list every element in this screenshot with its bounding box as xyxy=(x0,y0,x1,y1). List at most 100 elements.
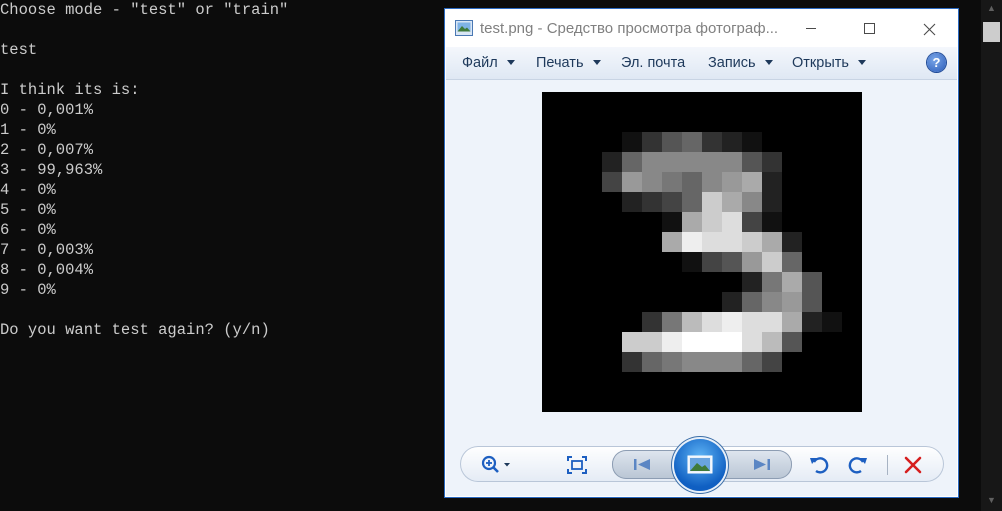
image-pixel xyxy=(702,232,722,252)
console-line: test xyxy=(0,41,38,59)
rotate-right-button[interactable] xyxy=(847,454,869,476)
image-pixel xyxy=(622,192,642,212)
image-canvas xyxy=(446,80,957,425)
actual-size-button[interactable] xyxy=(566,455,588,475)
menu-open-label: Открыть xyxy=(792,55,849,71)
chevron-down-icon xyxy=(592,59,601,65)
image-pixel xyxy=(722,192,742,212)
image-pixel xyxy=(702,312,722,332)
next-icon xyxy=(754,459,770,470)
image-pixel xyxy=(742,292,762,312)
image-pixel xyxy=(622,352,642,372)
console-line: 4 - 0% xyxy=(0,181,56,199)
console-window[interactable]: Choose mode - "test" or "train" test I thi… xyxy=(0,0,445,511)
image-pixel xyxy=(822,312,842,332)
image-pixel xyxy=(722,332,742,352)
image-pixel xyxy=(642,172,662,192)
image-pixel xyxy=(622,332,642,352)
image-pixel xyxy=(702,132,722,152)
image-pixel xyxy=(702,192,722,212)
image-pixel xyxy=(662,212,682,232)
scroll-down-arrow-icon[interactable]: ▼ xyxy=(981,492,1002,509)
minimize-icon xyxy=(806,27,816,29)
slideshow-button[interactable] xyxy=(674,439,726,491)
minimize-button[interactable] xyxy=(782,9,840,47)
scroll-up-arrow-icon[interactable]: ▲ xyxy=(981,0,1002,17)
image-pixel xyxy=(762,292,782,312)
image-pixel xyxy=(722,152,742,172)
console-line: 2 - 0,007% xyxy=(0,141,94,159)
image-pixel xyxy=(642,352,662,372)
image-pixel xyxy=(762,192,782,212)
image-pixel xyxy=(742,332,762,352)
image-pixel xyxy=(802,272,822,292)
image-pixel xyxy=(722,312,742,332)
menu-print-label: Печать xyxy=(536,55,584,71)
image-pixel xyxy=(602,152,622,172)
image-pixel xyxy=(622,152,642,172)
rotate-left-button[interactable] xyxy=(808,454,830,476)
menu-file[interactable]: Файл xyxy=(462,47,515,79)
chevron-down-icon xyxy=(764,59,773,65)
maximize-button[interactable] xyxy=(840,9,898,47)
menu-open[interactable]: Открыть xyxy=(792,47,866,79)
menu-email[interactable]: Эл. почта xyxy=(621,47,685,79)
console-line: Choose mode - "test" or "train" xyxy=(0,1,289,19)
toolbar-divider xyxy=(887,455,888,475)
digit-image xyxy=(602,132,842,372)
image-pixel xyxy=(662,232,682,252)
menu-burn-label: Запись xyxy=(708,55,756,71)
image-pixel xyxy=(762,212,782,232)
console-line: 7 - 0,003% xyxy=(0,241,94,259)
image-pixel xyxy=(682,192,702,212)
image-pixel xyxy=(782,272,802,292)
image-pixel xyxy=(662,152,682,172)
image-pixel xyxy=(742,352,762,372)
image-pixel xyxy=(682,152,702,172)
image-pixel xyxy=(802,312,822,332)
previous-icon xyxy=(634,459,650,470)
rotate-right-icon xyxy=(848,457,867,474)
image-pixel xyxy=(682,312,702,332)
image-pixel xyxy=(762,352,782,372)
image-pixel xyxy=(642,332,662,352)
image-pixel xyxy=(722,352,742,372)
next-button[interactable] xyxy=(750,456,772,473)
image-pixel xyxy=(702,332,722,352)
image-pixel xyxy=(762,232,782,252)
console-line: 1 - 0% xyxy=(0,121,56,139)
image-pixel xyxy=(762,272,782,292)
menu-email-label: Эл. почта xyxy=(621,55,686,71)
image-pixel xyxy=(742,152,762,172)
menu-burn[interactable]: Запись xyxy=(708,47,773,79)
image-pixel xyxy=(702,172,722,192)
delete-button[interactable] xyxy=(903,455,923,475)
title-bar[interactable]: test.png - Средство просмотра фотограф..… xyxy=(445,9,958,47)
actual-size-icon xyxy=(567,456,587,474)
image-pixel xyxy=(742,172,762,192)
image-pixel xyxy=(722,172,742,192)
previous-button[interactable] xyxy=(632,456,654,473)
image-pixel xyxy=(682,172,702,192)
close-button[interactable] xyxy=(900,9,958,47)
image-pixel xyxy=(682,252,702,272)
console-line: 9 - 0% xyxy=(0,281,56,299)
rotate-left-icon xyxy=(810,457,829,474)
console-line: 5 - 0% xyxy=(0,201,56,219)
console-line: 8 - 0,004% xyxy=(0,261,94,279)
image-pixel xyxy=(662,352,682,372)
image-pixel xyxy=(722,252,742,272)
image-pixel xyxy=(782,332,802,352)
image-pixel xyxy=(642,312,662,332)
zoom-button[interactable] xyxy=(480,455,518,475)
console-scrollbar[interactable]: ▲ ▼ xyxy=(981,0,1002,511)
scroll-thumb[interactable] xyxy=(983,22,1000,42)
help-icon[interactable]: ? xyxy=(927,53,946,72)
zoom-icon xyxy=(481,455,510,473)
app-icon xyxy=(455,20,473,36)
menu-print[interactable]: Печать xyxy=(536,47,601,79)
image-pixel xyxy=(662,192,682,212)
